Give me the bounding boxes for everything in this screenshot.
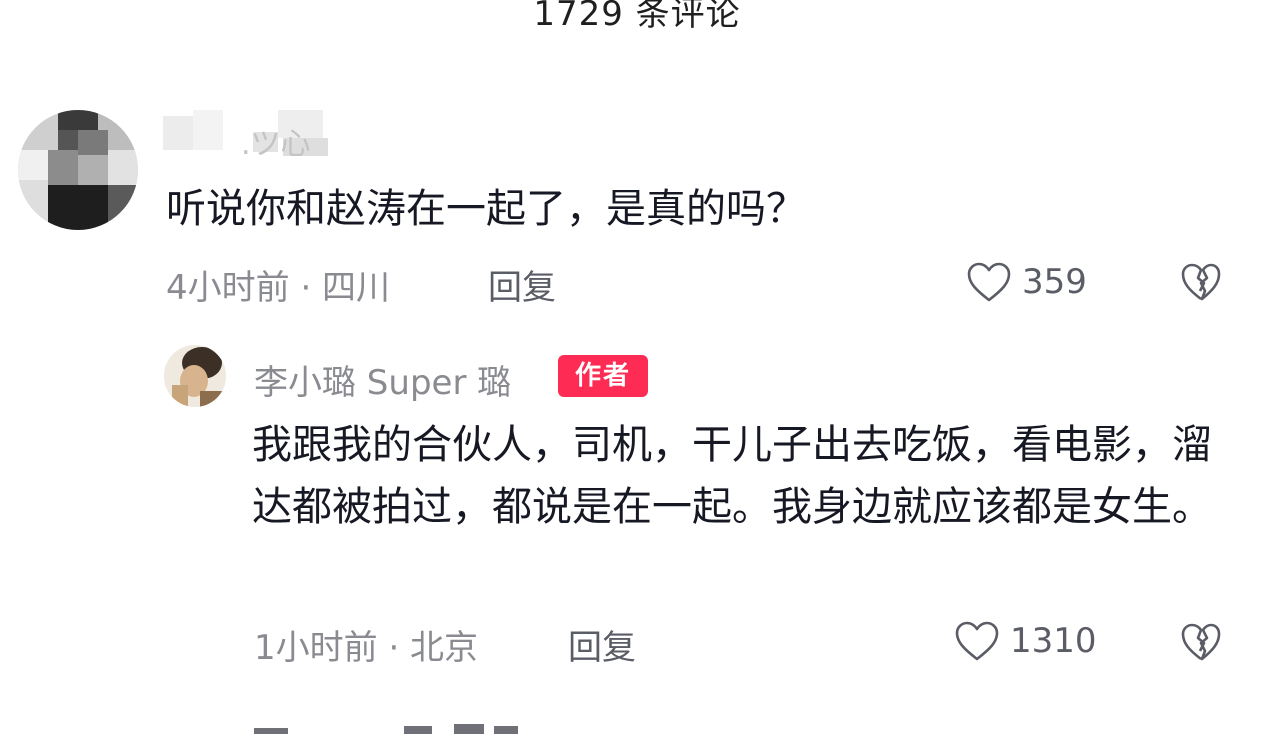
dislike-button[interactable] (1180, 262, 1222, 306)
comment-time-location: 4小时前 · 四川 (166, 268, 391, 308)
reply-like-button[interactable]: 1310 (954, 620, 1097, 662)
blurred-username-image: .ツ心 (163, 110, 328, 162)
author-username[interactable]: 李小璐 Super 璐 (254, 355, 511, 404)
author-badge: 作者 (558, 355, 648, 397)
comment-count-title: 1729 条评论 (533, 0, 741, 34)
reply-dislike-button[interactable] (1180, 622, 1222, 666)
reply-text: 我跟我的合伙人，司机，干儿子出去吃饭，看电影，溜达都被拍过，都说是在一起。我身边… (252, 422, 1212, 530)
next-item-cutoff (254, 718, 554, 748)
author-avatar[interactable] (164, 345, 226, 407)
author-avatar-image (164, 345, 226, 407)
cutoff-text-fragment (254, 724, 518, 734)
commenter-username-blurred[interactable]: .ツ心 (163, 110, 338, 162)
pixelated-avatar-image (18, 110, 138, 230)
heart-icon (967, 262, 1011, 302)
like-button[interactable]: 359 (966, 261, 1087, 303)
commenter-avatar[interactable] (18, 110, 138, 230)
reply-time-location: 1小时前 · 北京 (254, 628, 479, 668)
broken-heart-icon (1181, 263, 1221, 301)
reply-reply-button[interactable]: 回复 (568, 620, 636, 669)
broken-heart-icon (1181, 623, 1221, 661)
reply-like-count: 1310 (1010, 621, 1097, 661)
comment-text: 听说你和赵涛在一起了，是真的吗？ (166, 186, 806, 232)
reply-button[interactable]: 回复 (488, 260, 556, 309)
heart-icon (955, 621, 999, 661)
svg-text:.ツ心: .ツ心 (241, 127, 311, 158)
like-count: 359 (1022, 262, 1087, 302)
